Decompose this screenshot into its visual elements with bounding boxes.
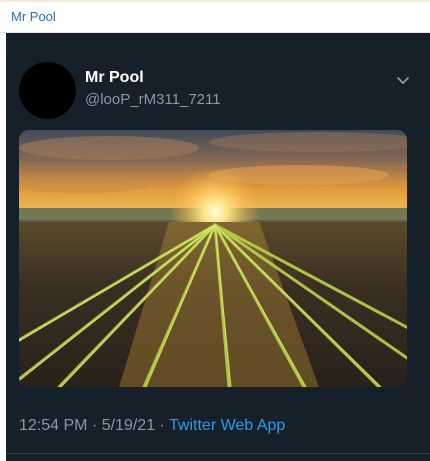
field-sunset-image — [19, 130, 407, 387]
chevron-down-icon[interactable] — [396, 73, 410, 84]
author-handle[interactable]: @looP_rM311_7211 — [85, 91, 221, 108]
tweet-card: Mr Pool @looP_rM311_7211 12:54 PM · 5/19… — [6, 33, 430, 461]
window-title: Mr Pool — [11, 9, 56, 24]
avatar[interactable] — [19, 62, 76, 119]
tweet-timestamp-line: 12:54 PM · 5/19/21 · Twitter Web App — [19, 417, 285, 435]
divider — [6, 453, 430, 454]
tweet-photo[interactable] — [19, 130, 407, 387]
tweet-time[interactable]: 12:54 PM — [19, 417, 87, 434]
tweet-date[interactable]: 5/19/21 — [102, 417, 155, 434]
separator: · — [155, 417, 170, 434]
title-bar-edge — [0, 0, 430, 3]
separator: · — [87, 417, 102, 434]
author-name[interactable]: Mr Pool — [85, 69, 144, 87]
window-title-bar: Mr Pool — [0, 0, 430, 33]
tweet-source-link[interactable]: Twitter Web App — [169, 417, 285, 434]
